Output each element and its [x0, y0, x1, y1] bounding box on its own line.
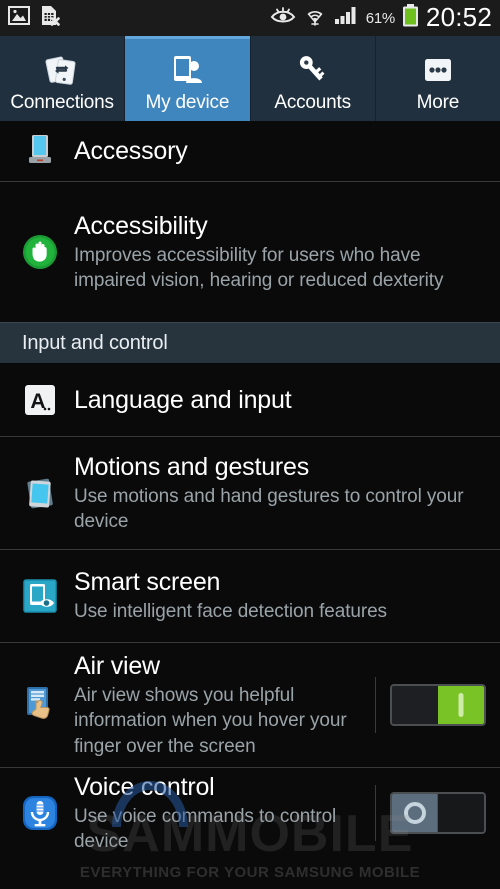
air-view-toggle-area [375, 677, 486, 733]
air-view-text: Air view Air view shows you helpful info… [64, 651, 375, 758]
status-bar-right-icons: 61% 20:52 [270, 4, 492, 32]
smart-screen-subtitle: Use intelligent face detection features [74, 601, 387, 623]
section-header-label: Input and control [22, 331, 168, 354]
tab-accounts-label: Accounts [274, 91, 351, 113]
air-view-subtitle: Air view shows you helpful information w… [74, 685, 347, 757]
toggle-track-right [438, 794, 484, 832]
toggle-off-ring-icon [403, 802, 426, 824]
list-item-smart-screen[interactable]: Smart screen Use intelligent face detect… [0, 550, 500, 642]
voice-control-title: Voice control [74, 772, 215, 801]
voice-mic-icon [16, 794, 64, 832]
battery-percent-label: 61% [365, 9, 395, 27]
motions-title: Motions and gestures [74, 452, 310, 481]
accessory-text: Accessory [64, 136, 486, 166]
section-header-input-and-control: Input and control [0, 322, 500, 364]
voice-control-subtitle: Use voice commands to control device [74, 805, 337, 852]
settings-list: Accessory Accessibility Improves accessi… [0, 121, 500, 858]
tab-connections-label: Connections [10, 91, 114, 113]
air-view-finger-icon [16, 685, 64, 725]
watermark-sub-text: EVERYTHING FOR YOUR SAMSUNG MOBILE [79, 864, 421, 881]
android-settings-screen: 61% 20:52 Connections My device Accounts… [0, 0, 500, 889]
list-item-air-view[interactable]: Air view Air view shows you helpful info… [0, 643, 500, 767]
motions-subtitle: Use motions and hand gestures to control… [74, 485, 464, 532]
more-dots-icon [420, 50, 456, 90]
battery-icon [402, 4, 419, 32]
smart-screen-eye-icon [16, 578, 64, 614]
list-item-accessibility[interactable]: Accessibility Improves accessibility for… [0, 182, 500, 322]
accessory-title: Accessory [74, 137, 188, 165]
smart-stay-eye-icon [270, 7, 296, 29]
divider [375, 677, 376, 733]
tab-accounts[interactable]: Accounts [250, 36, 376, 121]
language-title: Language and input [74, 386, 292, 414]
sim-card-error-icon [39, 5, 60, 31]
motions-phone-icon [16, 474, 64, 512]
my-device-icon [169, 50, 205, 90]
status-bar-left-icons [8, 5, 60, 31]
voice-control-toggle[interactable] [390, 792, 486, 834]
toggle-thumb [438, 686, 484, 724]
voice-control-text: Voice control Use voice commands to cont… [64, 772, 375, 854]
tab-my-device[interactable]: My device [125, 36, 251, 121]
accounts-key-icon [295, 50, 331, 90]
status-bar-clock: 20:52 [425, 2, 492, 32]
toggle-thumb [392, 794, 438, 832]
list-item-language-and-input[interactable]: A Language and input [0, 364, 500, 436]
image-icon [8, 6, 30, 30]
status-bar: 61% 20:52 [0, 0, 500, 36]
language-text: Language and input [64, 385, 486, 415]
tab-my-device-label: My device [145, 91, 230, 113]
divider [375, 785, 376, 841]
motions-text: Motions and gestures Use motions and han… [64, 452, 486, 534]
accessibility-subtitle: Improves accessibility for users who hav… [74, 244, 444, 291]
air-view-title: Air view [74, 652, 160, 681]
tab-more[interactable]: More [375, 36, 500, 121]
smart-screen-title: Smart screen [74, 568, 221, 597]
accessibility-text: Accessibility Improves accessibility for… [64, 211, 486, 293]
list-item-voice-control[interactable]: Voice control Use voice commands to cont… [0, 768, 500, 858]
tab-connections[interactable]: Connections [0, 36, 126, 121]
tab-more-label: More [416, 91, 460, 113]
list-item-accessory[interactable]: Accessory [0, 121, 500, 181]
smart-screen-text: Smart screen Use intelligent face detect… [64, 567, 486, 624]
language-a-icon: A [16, 383, 64, 417]
svg-text:A: A [30, 390, 45, 413]
list-item-motions-and-gestures[interactable]: Motions and gestures Use motions and han… [0, 437, 500, 549]
connections-icon [44, 50, 80, 90]
dock-accessory-icon [16, 133, 64, 169]
signal-bars-icon [334, 6, 359, 30]
settings-tab-bar: Connections My device Accounts More [0, 36, 500, 121]
accessibility-hand-icon [16, 233, 64, 271]
air-view-toggle[interactable] [390, 684, 486, 726]
wifi-icon [303, 6, 327, 31]
toggle-track-left [392, 686, 438, 724]
accessibility-title: Accessibility [74, 211, 208, 240]
voice-control-toggle-area [375, 785, 486, 841]
